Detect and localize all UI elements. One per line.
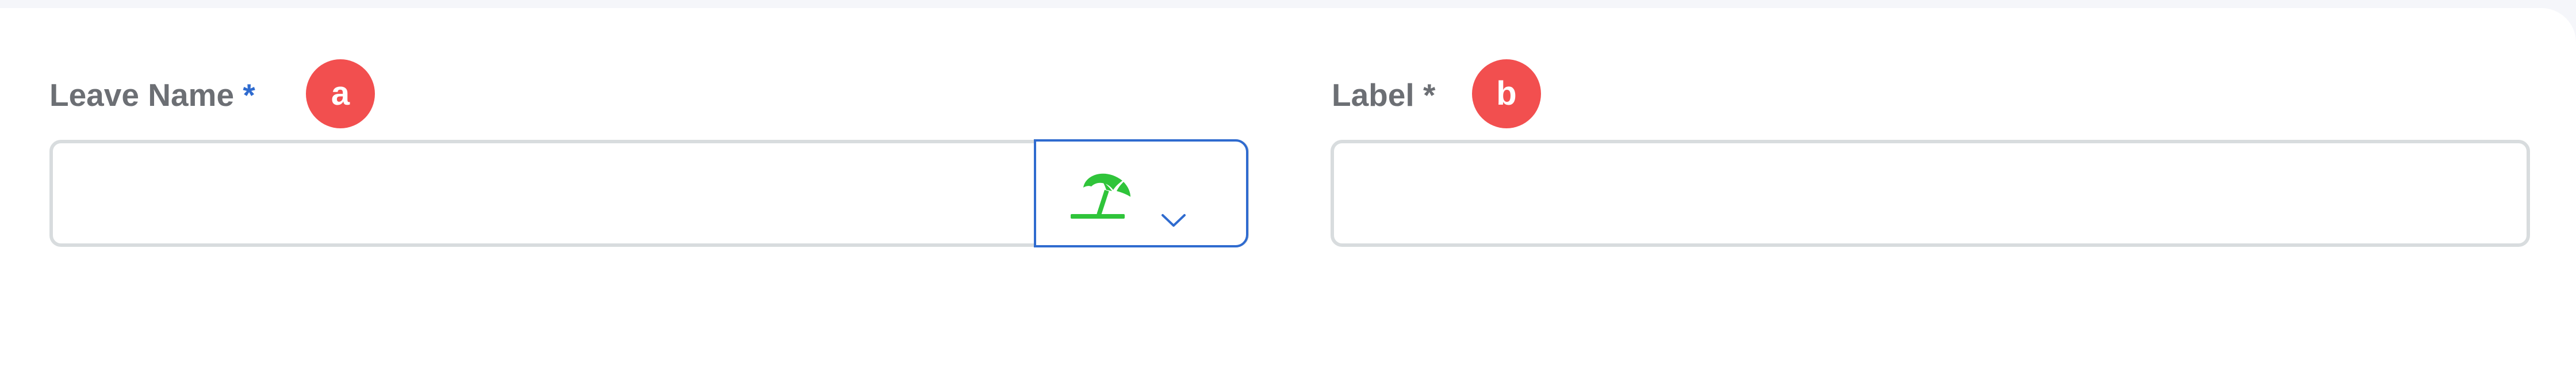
leave-name-label: Leave Name * [49, 75, 255, 115]
beach-umbrella-icon [1071, 173, 1130, 219]
form-panel: Leave Name * a Label * b [0, 8, 2576, 370]
label-field-required-mark: * [1423, 77, 1436, 113]
leave-icon-picker[interactable] [1034, 139, 1248, 247]
label-field-label: Label * [1332, 75, 1435, 115]
leave-name-required-mark: * [243, 77, 255, 113]
leave-name-label-text: Leave Name [49, 77, 235, 113]
annotation-badge-a: a [306, 59, 375, 128]
chevron-down-icon [1162, 214, 1186, 227]
label-input[interactable] [1331, 140, 2530, 247]
label-field-label-text: Label [1332, 77, 1414, 113]
annotation-badge-b: b [1472, 59, 1541, 128]
